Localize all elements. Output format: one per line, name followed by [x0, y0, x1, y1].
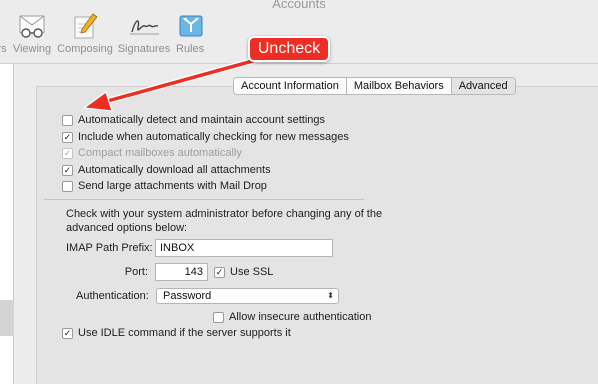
uncheck-callout: Uncheck	[248, 36, 330, 62]
